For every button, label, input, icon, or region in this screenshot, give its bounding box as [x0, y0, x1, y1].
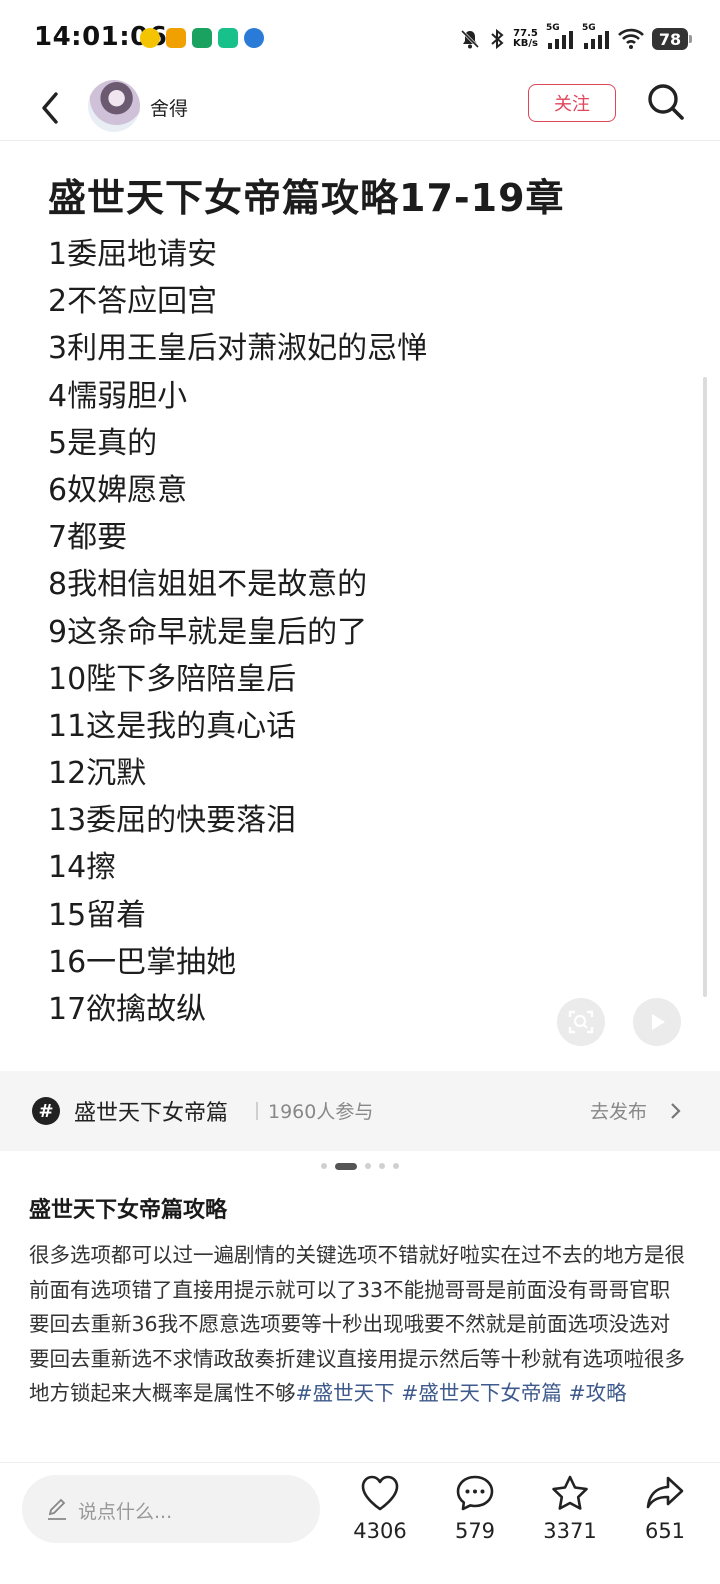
- answer-item: 4懦弱胆小: [48, 378, 188, 414]
- answer-item: 17欲擒故纵: [48, 992, 207, 1027]
- answer-item: 6奴婢愿意: [48, 472, 188, 508]
- follow-button[interactable]: 关注: [528, 84, 616, 122]
- collect-button[interactable]: 3371: [535, 1473, 605, 1543]
- heart-icon: [361, 1475, 399, 1511]
- pager-dot-active: [335, 1162, 357, 1170]
- pen-icon: [48, 1498, 66, 1520]
- hashtag-link[interactable]: #攻略: [568, 1381, 626, 1405]
- play-icon: [652, 1014, 665, 1030]
- app-notification-icon: [140, 28, 160, 48]
- comment-bubble-icon: [456, 1475, 494, 1511]
- answer-item: 12沉默: [48, 756, 147, 792]
- search-icon[interactable]: [644, 80, 688, 124]
- collect-count: 3371: [543, 1519, 597, 1543]
- scan-icon: [568, 1010, 594, 1034]
- battery-indicator: 78: [652, 28, 692, 50]
- answer-item: 10陛下多陪陪皇后: [48, 661, 297, 697]
- status-indicators: 77.5 KB/s 5G 5G 78: [459, 23, 692, 54]
- answer-item: 15留着: [48, 897, 147, 933]
- chevron-right-icon[interactable]: [668, 1101, 682, 1121]
- topic-publish-link[interactable]: 去发布: [590, 1097, 647, 1124]
- wifi-icon: [618, 28, 644, 49]
- app-notification-icon: [244, 28, 264, 48]
- note-image-carousel[interactable]: 盛世天下女帝篇攻略17-19章 1委屈地请安 2不答应回宫 3利用王皇后对萧淑妃的忌…: [0, 141, 720, 1071]
- answer-item: 2不答应回宫: [48, 284, 218, 320]
- answer-item: 8我相信姐姐不是故意的: [48, 567, 368, 603]
- comment-input[interactable]: 说点什么...: [22, 1475, 320, 1543]
- net-speed-unit: KB/s: [513, 38, 538, 49]
- like-button[interactable]: 4306: [345, 1473, 415, 1543]
- answer-item: 14擦: [48, 850, 117, 886]
- comment-button[interactable]: 579: [440, 1473, 510, 1543]
- comment-count: 579: [454, 1519, 496, 1543]
- signal-label: 5G: [582, 23, 596, 33]
- answer-item: 13委屈的快要落泪: [48, 803, 297, 839]
- app-notification-icon: [166, 28, 186, 48]
- play-button[interactable]: [633, 998, 681, 1046]
- scrollbar[interactable]: [703, 377, 707, 997]
- answer-item: 11这是我的真心话: [48, 708, 297, 744]
- note-image-title: 盛世天下女帝篇攻略17-19章: [48, 176, 565, 220]
- topic-name[interactable]: 盛世天下女帝篇: [74, 1095, 228, 1127]
- net-speed: 77.5 KB/s: [513, 29, 538, 49]
- app-notification-icon: [192, 28, 212, 48]
- note-description: 很多选项都可以过一遍剧情的关键选项不错就好啦实在过不去的地方是很前面有选项错了直…: [29, 1238, 689, 1411]
- engagement-bar: 说点什么... 4306 579 3371 651: [0, 1463, 720, 1584]
- answer-item: 16一巴掌抽她: [48, 944, 237, 980]
- answer-item: 3利用王皇后对萧淑妃的忌惮: [48, 331, 428, 367]
- status-bar: 14:01:06 77.5 KB/s 5G 5G 78: [0, 0, 720, 76]
- share-button[interactable]: 651: [630, 1473, 700, 1543]
- share-arrow-icon: [646, 1476, 684, 1509]
- note-header: 舍得 关注: [0, 76, 720, 140]
- pager-dot: [379, 1163, 385, 1169]
- app-notification-icon: [218, 28, 238, 48]
- comment-placeholder: 说点什么...: [78, 1501, 173, 1523]
- topic-separator: [256, 1102, 258, 1120]
- hashtag-link[interactable]: #盛世天下: [296, 1381, 395, 1405]
- answer-item: 1委屈地请安: [48, 237, 218, 272]
- bluetooth-icon: [491, 28, 504, 50]
- image-pager-dots: [0, 1160, 720, 1172]
- pager-dot: [321, 1163, 327, 1169]
- star-icon: [552, 1475, 588, 1510]
- answer-item: 9这条命早就是皇后的了: [48, 614, 368, 650]
- author-avatar[interactable]: [88, 80, 140, 132]
- answer-item: 5是真的: [48, 425, 158, 461]
- mute-bell-icon: [460, 29, 480, 49]
- note-title: 盛世天下女帝篇攻略: [29, 1198, 228, 1223]
- hashtag-link[interactable]: #盛世天下女帝篇: [401, 1381, 562, 1405]
- answer-list: 1委屈地请安 2不答应回宫 3利用王皇后对萧淑妃的忌惮 4懦弱胆小 5是真的 6奴婢愿意 7…: [48, 231, 427, 1033]
- author-name[interactable]: 舍得: [150, 94, 188, 121]
- like-count: 4306: [353, 1519, 407, 1543]
- pager-dot: [393, 1163, 399, 1169]
- topic-bar[interactable]: # 盛世天下女帝篇 1960人参与 去发布: [0, 1071, 720, 1151]
- hashtag-icon: #: [32, 1097, 60, 1125]
- answer-item: 7都要: [48, 520, 128, 556]
- topic-participants: 1960人参与: [268, 1101, 374, 1123]
- share-count: 651: [644, 1519, 686, 1543]
- image-scan-button[interactable]: [557, 998, 605, 1046]
- signal-label: 5G: [546, 23, 560, 33]
- pager-dot: [365, 1163, 371, 1169]
- back-arrow-icon[interactable]: [32, 82, 72, 134]
- signal-strength-2: 5G: [582, 23, 610, 51]
- signal-strength-1: 5G: [546, 23, 574, 51]
